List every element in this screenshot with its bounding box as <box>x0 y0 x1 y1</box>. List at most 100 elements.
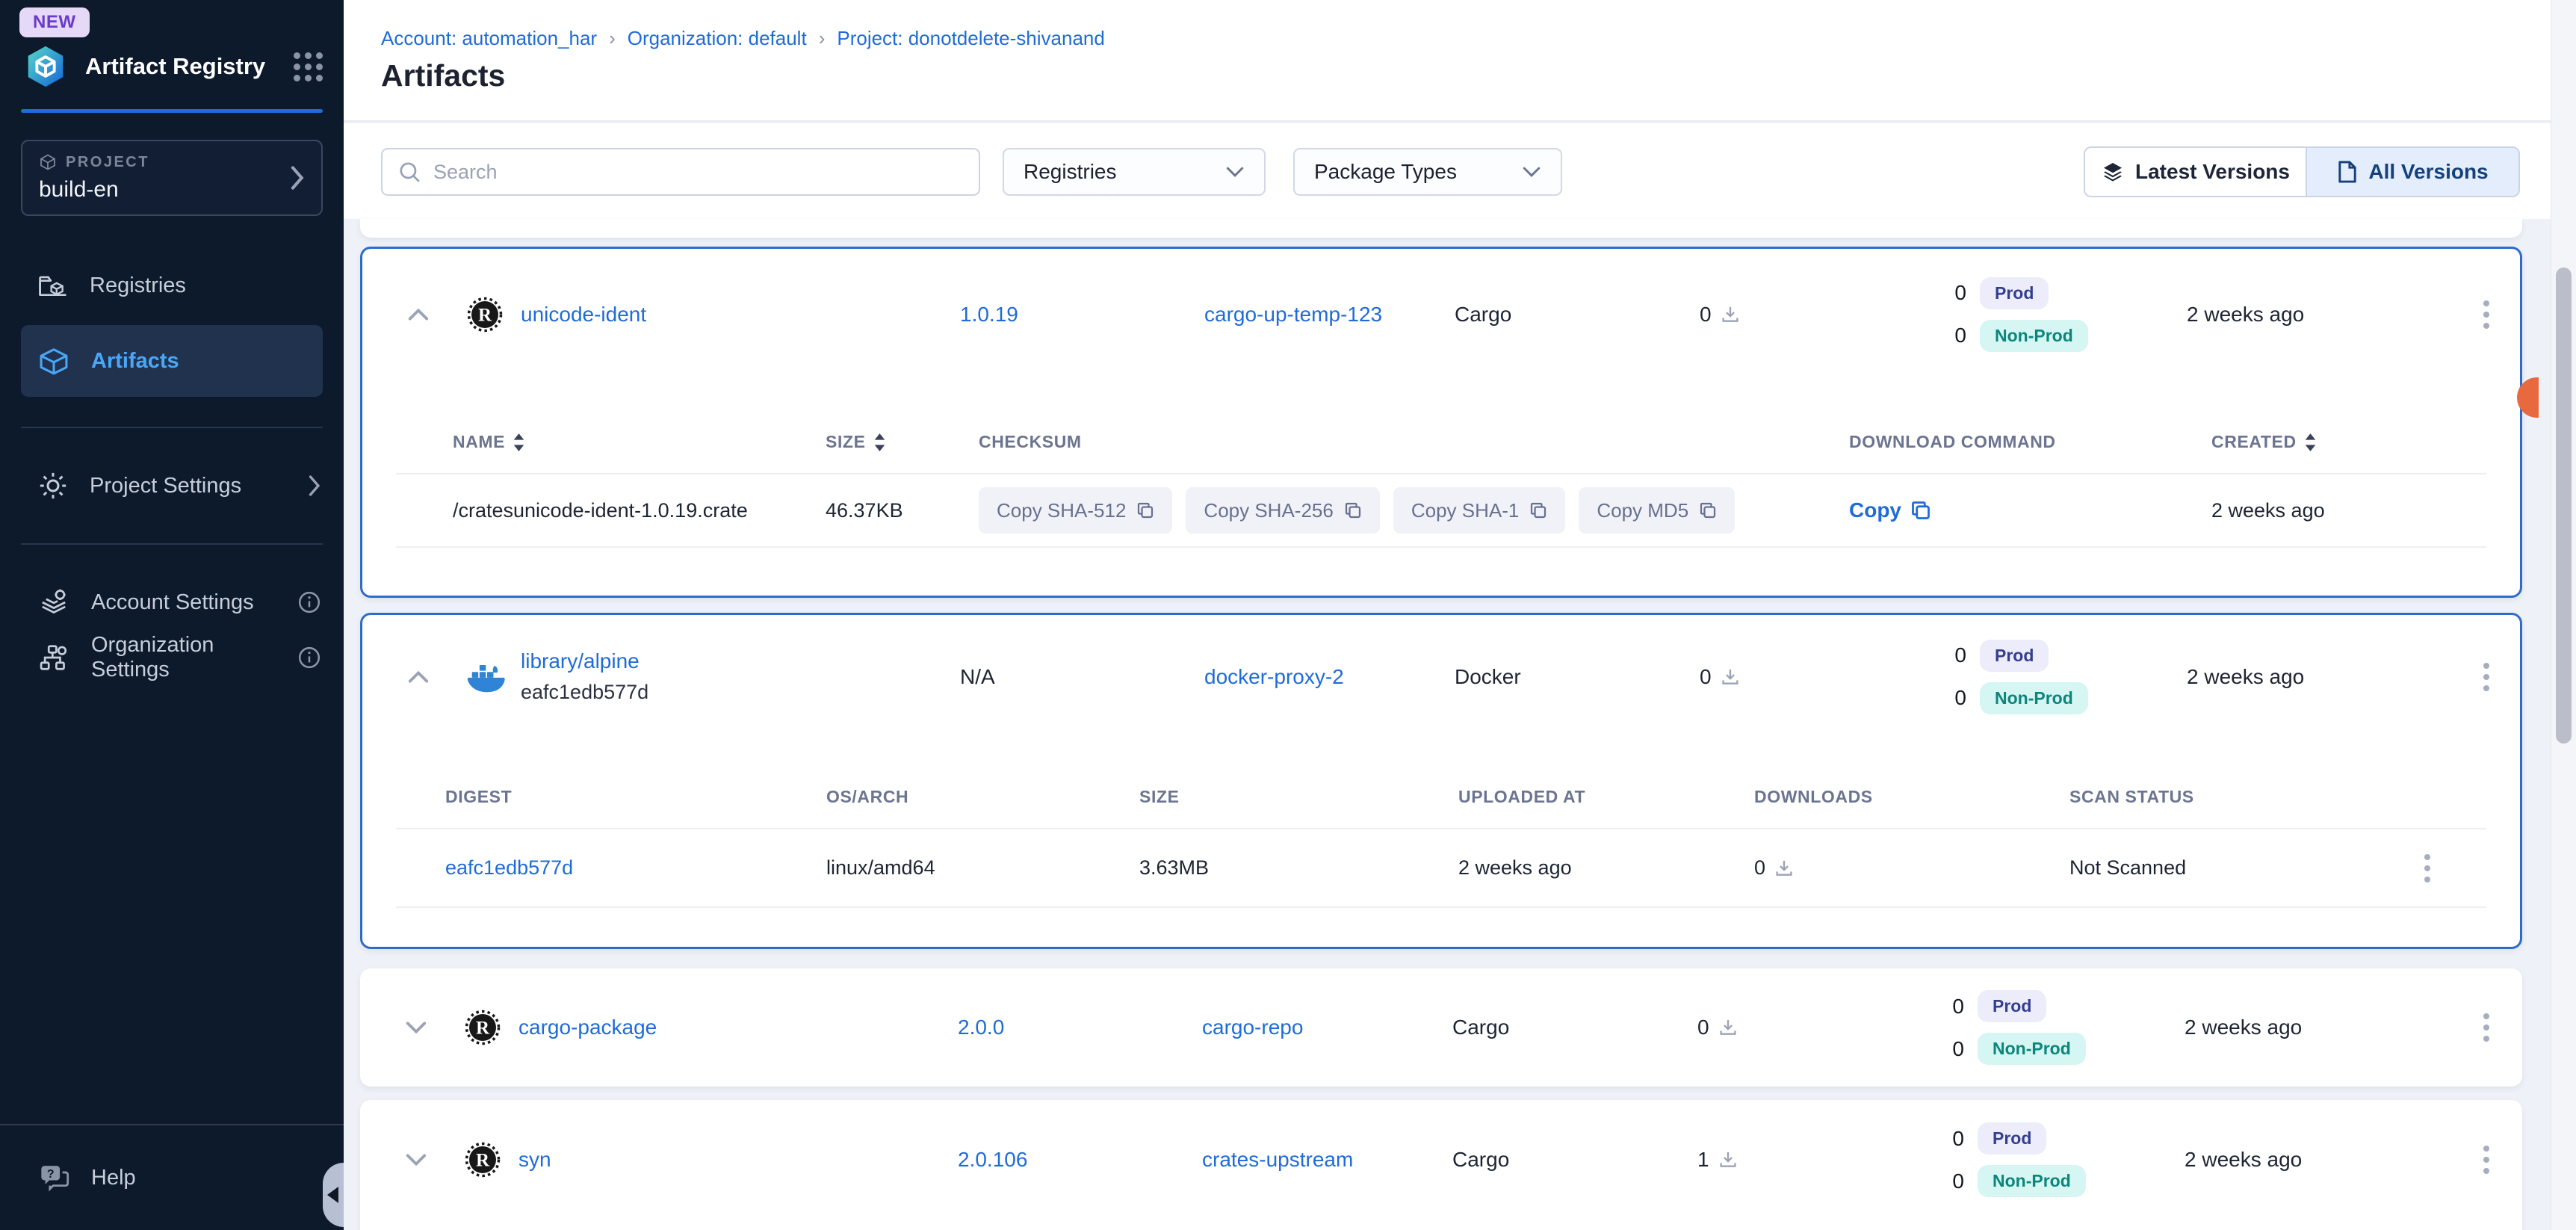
artifact-registry-link[interactable]: docker-proxy-2 <box>1204 665 1455 689</box>
artifact-card-cargo-package: R cargo-package 2.0.0 cargo-repo Cargo 0… <box>360 968 2522 1087</box>
non-prod-count: 0 <box>1942 1037 1964 1061</box>
artifact-registry-link[interactable]: cargo-repo <box>1202 1016 1452 1039</box>
copy-icon <box>1136 501 1154 519</box>
files-table: NAME SIZE CHECKSUM DOWNLOAD COMMAND CREA… <box>396 380 2486 548</box>
expand-row-button[interactable] <box>405 1152 465 1167</box>
copy-download-command-button[interactable]: Copy <box>1849 498 2211 522</box>
svg-text:R: R <box>478 305 492 325</box>
sidebar-item-registries[interactable]: Registries <box>0 258 344 313</box>
sidebar-item-help[interactable]: ? Help <box>0 1125 344 1230</box>
all-versions-button[interactable]: All Versions <box>2307 148 2518 196</box>
artifact-registry-link[interactable]: crates-upstream <box>1202 1148 1452 1172</box>
sidebar-item-label: Project Settings <box>90 474 306 498</box>
column-header-size[interactable]: SIZE <box>826 432 979 452</box>
artifact-name-link[interactable]: cargo-package <box>518 1016 958 1039</box>
copy-md5-button[interactable]: Copy MD5 <box>1579 487 1735 534</box>
partial-card <box>360 219 2522 238</box>
info-icon <box>297 590 321 614</box>
file-size: 46.37KB <box>826 499 979 522</box>
project-selector[interactable]: PROJECT build-en <box>21 140 323 216</box>
copy-icon <box>1344 501 1362 519</box>
artifact-registry-link[interactable]: cargo-up-temp-123 <box>1204 303 1455 327</box>
copy-sha512-button[interactable]: Copy SHA-512 <box>979 487 1172 534</box>
expand-row-button[interactable] <box>405 1020 465 1035</box>
document-icon <box>2337 160 2358 184</box>
collapse-row-button[interactable] <box>407 670 467 684</box>
artifact-downloads: 0 <box>1700 303 1944 327</box>
non-prod-badge: Non-Prod <box>1978 1165 2086 1197</box>
file-name: /cratesunicode-ident-1.0.19.crate <box>453 499 826 522</box>
breadcrumb-project-link[interactable]: Project: donotdelete-shivanand <box>837 27 1104 50</box>
artifacts-cube-icon <box>37 345 70 377</box>
artifact-name-link[interactable]: library/alpine <box>521 649 960 673</box>
svg-text:R: R <box>476 1019 490 1039</box>
scan-status: Not Scanned <box>2069 856 2368 880</box>
manifest-table-header: DIGEST OS/ARCH SIZE UPLOADED AT DOWNLOAD… <box>396 738 2486 828</box>
download-icon <box>1721 667 1740 687</box>
project-cube-icon <box>39 153 57 171</box>
sort-icon <box>513 433 525 451</box>
column-header-digest: DIGEST <box>445 787 826 807</box>
project-chevron-right-icon <box>288 165 305 191</box>
row-menu-button[interactable] <box>2479 1009 2494 1046</box>
artifact-card-syn: R syn 2.0.106 crates-upstream Cargo 1 0P… <box>360 1100 2522 1230</box>
sidebar-item-account-settings[interactable]: Account Settings <box>0 575 344 630</box>
artifact-name-link[interactable]: unicode-ident <box>521 303 960 327</box>
column-header-created[interactable]: CREATED <box>2211 432 2486 452</box>
os-arch: linux/amd64 <box>826 856 1139 880</box>
non-prod-count: 0 <box>1944 324 1966 347</box>
sidebar: NEW Artifact Registry <box>0 0 344 1230</box>
row-menu-button[interactable] <box>2479 1141 2494 1178</box>
row-menu-button[interactable] <box>2479 296 2494 333</box>
copy-icon <box>1529 501 1547 519</box>
cargo-package-icon: R <box>465 1142 518 1178</box>
artifact-version-link[interactable]: 2.0.106 <box>958 1148 1202 1172</box>
svg-text:?: ? <box>47 1168 55 1181</box>
registries-filter-dropdown[interactable]: Registries <box>1003 148 1266 196</box>
cargo-package-icon: R <box>465 1010 518 1045</box>
gear-icon <box>37 470 69 501</box>
scrollbar-thumb[interactable] <box>2556 268 2572 744</box>
artifact-version-link[interactable]: 1.0.19 <box>960 303 1204 327</box>
manifest-row: eafc1edb577d linux/amd64 3.63MB 2 weeks … <box>396 828 2486 908</box>
uploaded-at: 2 weeks ago <box>1458 856 1754 880</box>
cargo-package-icon: R <box>467 297 521 333</box>
copy-sha256-button[interactable]: Copy SHA-256 <box>1186 487 1379 534</box>
artifact-name-link[interactable]: syn <box>518 1148 958 1172</box>
package-types-filter-dropdown[interactable]: Package Types <box>1293 148 1562 196</box>
breadcrumb-organization-link[interactable]: Organization: default <box>628 27 807 50</box>
sidebar-item-organization-settings[interactable]: Organization Settings <box>0 630 344 685</box>
row-menu-button[interactable] <box>2479 658 2494 696</box>
non-prod-badge: Non-Prod <box>1978 1033 2086 1065</box>
sidebar-item-artifacts[interactable]: Artifacts <box>21 325 323 397</box>
latest-versions-button[interactable]: Latest Versions <box>2085 148 2307 196</box>
digest-link[interactable]: eafc1edb577d <box>445 856 826 880</box>
column-header-name[interactable]: NAME <box>453 432 826 452</box>
downloads-count: 1 <box>1697 1148 1709 1172</box>
prod-count: 0 <box>1942 1127 1964 1151</box>
breadcrumb-account-link[interactable]: Account: automation_har <box>381 27 597 50</box>
chevron-down-icon <box>1522 165 1541 179</box>
search-input[interactable] <box>433 161 956 184</box>
app-grid-icon[interactable] <box>294 52 323 81</box>
search-icon <box>397 160 421 184</box>
non-prod-badge: Non-Prod <box>1980 320 2088 352</box>
artifact-digest: eafc1edb577d <box>521 681 960 704</box>
artifact-updated: 2 weeks ago <box>2185 1016 2450 1039</box>
column-header-downloads: DOWNLOADS <box>1754 787 2069 807</box>
artifact-version: N/A <box>960 665 1204 689</box>
collapse-row-button[interactable] <box>407 307 467 322</box>
artifact-version-link[interactable]: 2.0.0 <box>958 1016 1202 1039</box>
manifest-menu-button[interactable] <box>2420 850 2435 887</box>
sidebar-nav: Registries Artifacts Project Settings <box>0 258 344 685</box>
non-prod-count: 0 <box>1944 686 1966 710</box>
chevron-right-icon <box>306 475 321 497</box>
sidebar-item-project-settings[interactable]: Project Settings <box>0 458 344 513</box>
copy-sha1-button[interactable]: Copy SHA-1 <box>1393 487 1566 534</box>
copy-icon <box>1699 501 1717 519</box>
sidebar-item-label: Account Settings <box>91 590 297 615</box>
nav-divider <box>21 543 323 545</box>
sidebar-collapse-button[interactable] <box>323 1163 344 1227</box>
scrollbar-track[interactable] <box>2551 0 2576 1230</box>
brand-underline <box>21 109 323 113</box>
